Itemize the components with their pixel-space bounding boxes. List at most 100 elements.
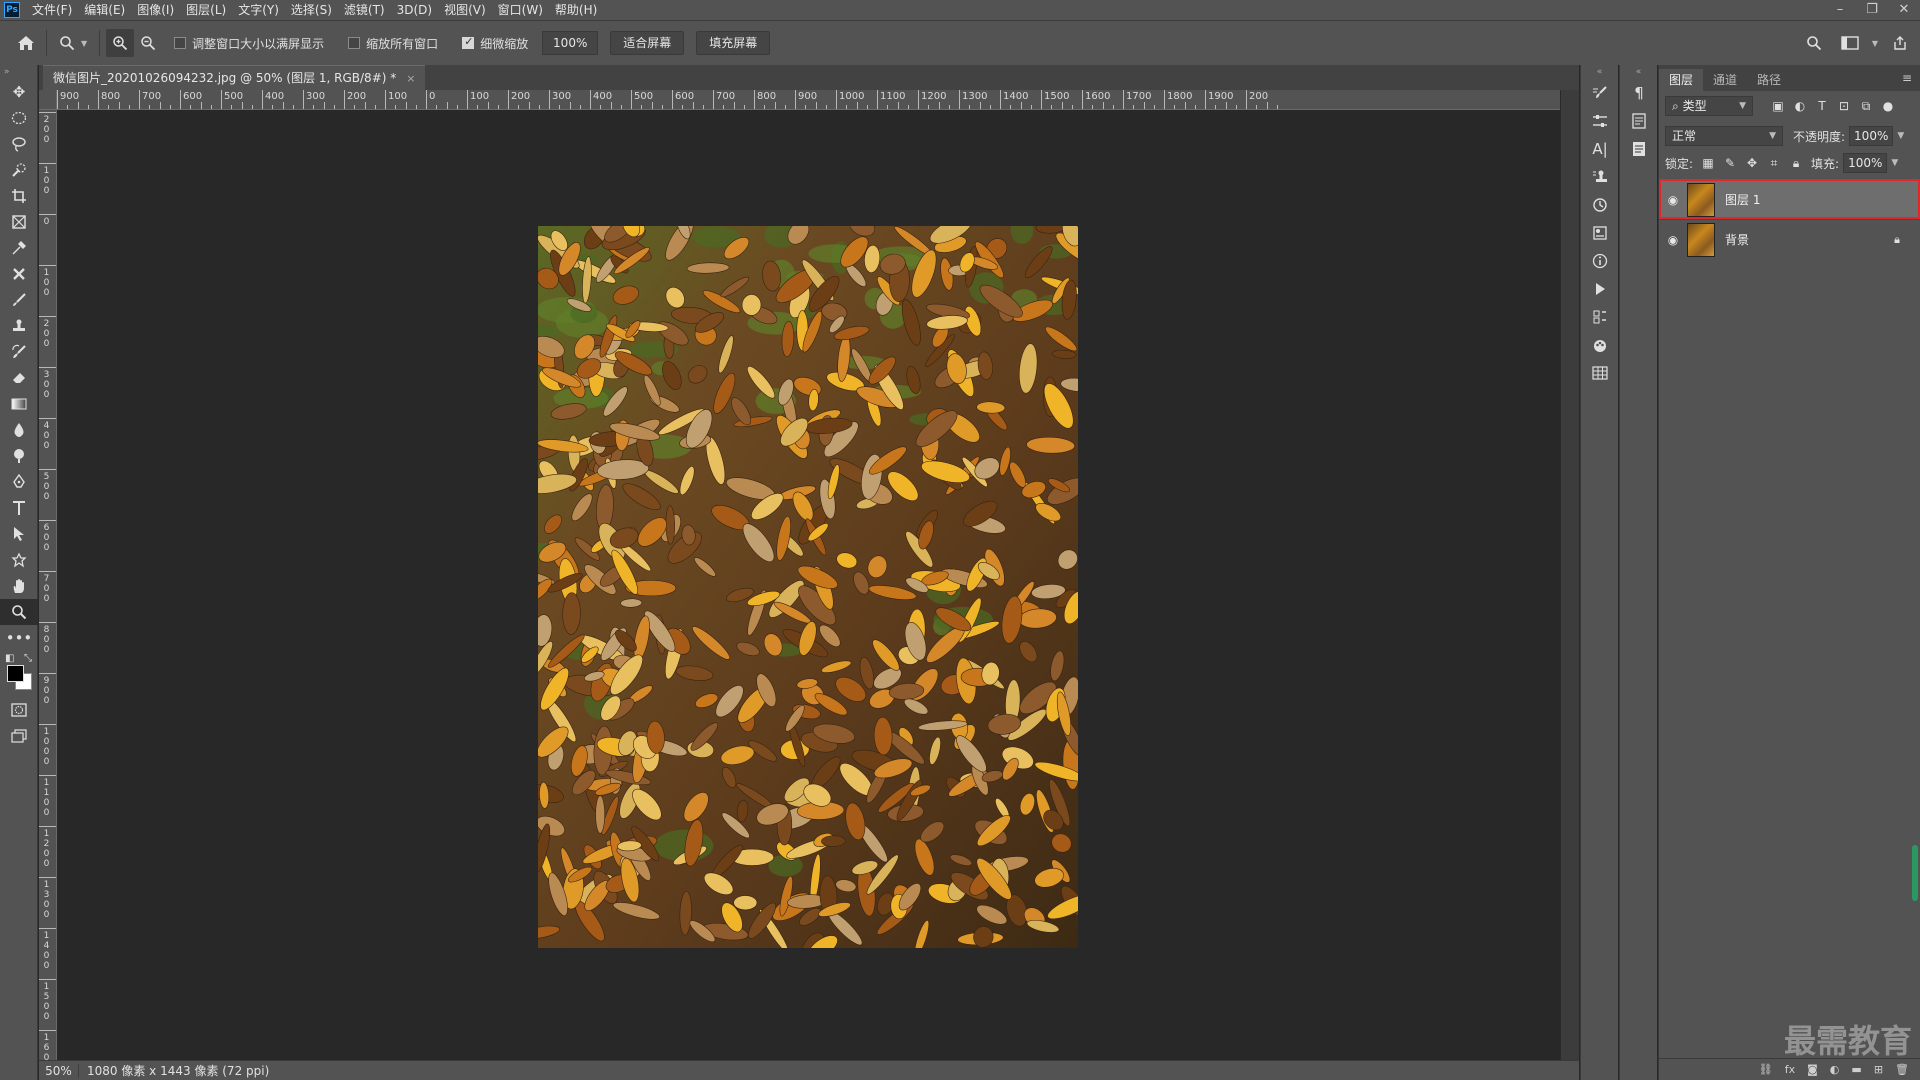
paragraph-icon[interactable]: ¶ xyxy=(1620,79,1658,107)
type-layer-filter-icon[interactable]: T xyxy=(1811,99,1833,113)
frame-tool-icon[interactable] xyxy=(0,209,38,235)
pen-tool-icon[interactable] xyxy=(0,469,38,495)
chevron-down-icon[interactable]: ▼ xyxy=(1872,39,1878,48)
chevron-down-icon[interactable]: ▼ xyxy=(1897,131,1904,141)
zoom-tool-icon[interactable] xyxy=(0,599,38,625)
adjustments-icon[interactable] xyxy=(1581,107,1619,135)
menu-file[interactable]: 文件(F) xyxy=(26,0,78,20)
delete-layer-icon[interactable]: 🗑︎ xyxy=(1895,1063,1909,1076)
checkbox-box[interactable] xyxy=(174,37,187,49)
notes-icon[interactable] xyxy=(1620,135,1658,163)
scrubby-zoom-checkbox[interactable]: 细微缩放 xyxy=(462,35,528,52)
share-icon[interactable] xyxy=(1886,29,1914,57)
menu-image[interactable]: 图像(I) xyxy=(131,0,180,20)
vertical-scrollbar[interactable] xyxy=(1560,90,1579,1060)
collapse-icons-icon[interactable]: « xyxy=(1620,65,1657,79)
new-adjustment-layer-icon[interactable]: ◐ xyxy=(1830,1063,1840,1076)
properties-icon[interactable] xyxy=(1581,219,1619,247)
visibility-eye-icon[interactable]: ◉ xyxy=(1659,193,1687,207)
clone-stamp-tool-icon[interactable] xyxy=(0,313,38,339)
paragraph-styles-icon[interactable] xyxy=(1620,107,1658,135)
panel-menu-icon[interactable]: ≡ xyxy=(1902,71,1912,85)
new-layer-icon[interactable]: ⊞ xyxy=(1874,1063,1883,1076)
screen-mode-icon[interactable] xyxy=(0,723,38,749)
foreground-color-swatch[interactable] xyxy=(7,665,24,682)
menu-3d[interactable]: 3D(D) xyxy=(391,0,438,20)
restore-button[interactable]: ❐ xyxy=(1856,0,1888,20)
dodge-tool-icon[interactable] xyxy=(0,443,38,469)
brush-tool-icon[interactable] xyxy=(0,287,38,313)
tab-paths[interactable]: 路径 xyxy=(1747,69,1791,91)
gradient-tool-icon[interactable] xyxy=(0,391,38,417)
layer-row-background[interactable]: ◉ 背景 🔒︎ xyxy=(1659,219,1920,259)
swap-colors-icon[interactable]: ⤡ xyxy=(24,653,32,664)
brush-settings-icon[interactable] xyxy=(1581,79,1619,107)
clone-source-icon[interactable] xyxy=(1581,163,1619,191)
layer-row-layer-1[interactable]: ◉ 图层 1 xyxy=(1659,179,1920,219)
canvas-area[interactable] xyxy=(57,110,1560,1060)
blend-mode-select[interactable]: 正常 ▼ xyxy=(1665,126,1783,146)
eyedropper-tool-icon[interactable] xyxy=(0,235,38,261)
zoom-percent-field[interactable]: 100% xyxy=(542,31,599,55)
blur-tool-icon[interactable] xyxy=(0,417,38,443)
close-button[interactable]: ✕ xyxy=(1888,0,1920,20)
menu-window[interactable]: 窗口(W) xyxy=(492,0,549,20)
tool-presets-icon[interactable] xyxy=(1581,303,1619,331)
info-icon[interactable] xyxy=(1581,247,1619,275)
type-tool-icon[interactable] xyxy=(0,495,38,521)
chevron-down-icon[interactable]: ▼ xyxy=(81,39,87,48)
checkbox-box[interactable] xyxy=(348,37,361,49)
chevron-down-icon[interactable]: ▼ xyxy=(1891,158,1898,168)
quick-mask-icon[interactable] xyxy=(0,697,38,723)
move-tool-icon[interactable]: ✥ xyxy=(0,79,38,105)
layer-name[interactable]: 背景 xyxy=(1725,231,1749,248)
table-grid-icon[interactable] xyxy=(1581,359,1619,387)
eraser-tool-icon[interactable] xyxy=(0,365,38,391)
document-tab[interactable]: 微信图片_20201026094232.jpg @ 50% (图层 1, RGB… xyxy=(43,65,426,90)
layer-style-fx-icon[interactable]: fx xyxy=(1785,1063,1795,1076)
adjustment-layer-filter-icon[interactable]: ◐ xyxy=(1789,99,1811,113)
panel-scroll-indicator[interactable] xyxy=(1912,845,1918,901)
history-icon[interactable] xyxy=(1581,191,1619,219)
home-icon[interactable] xyxy=(12,29,40,57)
visibility-eye-icon[interactable]: ◉ xyxy=(1659,233,1687,247)
zoom-out-icon[interactable] xyxy=(134,29,162,57)
layer-name[interactable]: 图层 1 xyxy=(1725,191,1760,208)
layer-thumbnail[interactable] xyxy=(1687,182,1715,217)
checkbox-box-checked[interactable] xyxy=(462,35,475,49)
swatches-icon[interactable] xyxy=(1581,331,1619,359)
expand-panel-icon[interactable]: » xyxy=(0,65,37,79)
filter-type-select[interactable]: ⌕ 类型 ▼ xyxy=(1665,96,1753,116)
lock-position-icon[interactable]: ✥ xyxy=(1741,156,1763,170)
menu-type[interactable]: 文字(Y) xyxy=(232,0,285,20)
hand-tool-icon[interactable] xyxy=(0,573,38,599)
menu-layer[interactable]: 图层(L) xyxy=(180,0,232,20)
add-mask-icon[interactable]: ◙ xyxy=(1807,1063,1818,1076)
smart-object-filter-icon[interactable]: ⧉ xyxy=(1855,99,1877,114)
custom-shape-tool-icon[interactable] xyxy=(0,547,38,573)
fill-field[interactable]: 100% xyxy=(1843,153,1888,173)
menu-edit[interactable]: 编辑(E) xyxy=(78,0,131,20)
opacity-field[interactable]: 100% xyxy=(1849,126,1894,146)
status-zoom[interactable]: 50% xyxy=(39,1063,79,1078)
close-tab-icon[interactable]: × xyxy=(406,67,415,90)
collapse-icons-icon[interactable]: « xyxy=(1581,65,1618,79)
menu-filter[interactable]: 滤镜(T) xyxy=(338,0,391,20)
more-tools-icon[interactable]: ••• xyxy=(0,625,38,651)
lock-artboard-icon[interactable]: ⌗ xyxy=(1763,156,1785,171)
fill-screen-button[interactable]: 填充屏幕 xyxy=(696,31,771,55)
document-image[interactable] xyxy=(538,226,1078,948)
filter-toggle-icon[interactable]: ● xyxy=(1877,99,1899,113)
workspace-icon[interactable] xyxy=(1836,29,1864,57)
character-icon[interactable]: A| xyxy=(1581,135,1619,163)
tab-channels[interactable]: 通道 xyxy=(1703,69,1747,91)
menu-help[interactable]: 帮助(H) xyxy=(549,0,603,20)
tab-layers[interactable]: 图层 xyxy=(1659,69,1704,91)
status-document-info[interactable]: 1080 像素 x 1443 像素 (72 ppi) xyxy=(79,1062,269,1079)
search-icon[interactable] xyxy=(1800,29,1828,57)
marquee-tool-icon[interactable] xyxy=(0,105,38,131)
new-group-icon[interactable]: ▬ xyxy=(1851,1063,1861,1076)
link-layers-icon[interactable]: ⛓ xyxy=(1759,1063,1773,1076)
zoom-all-windows-checkbox[interactable]: 缩放所有窗口 xyxy=(348,35,438,52)
layer-thumbnail[interactable] xyxy=(1687,222,1715,257)
